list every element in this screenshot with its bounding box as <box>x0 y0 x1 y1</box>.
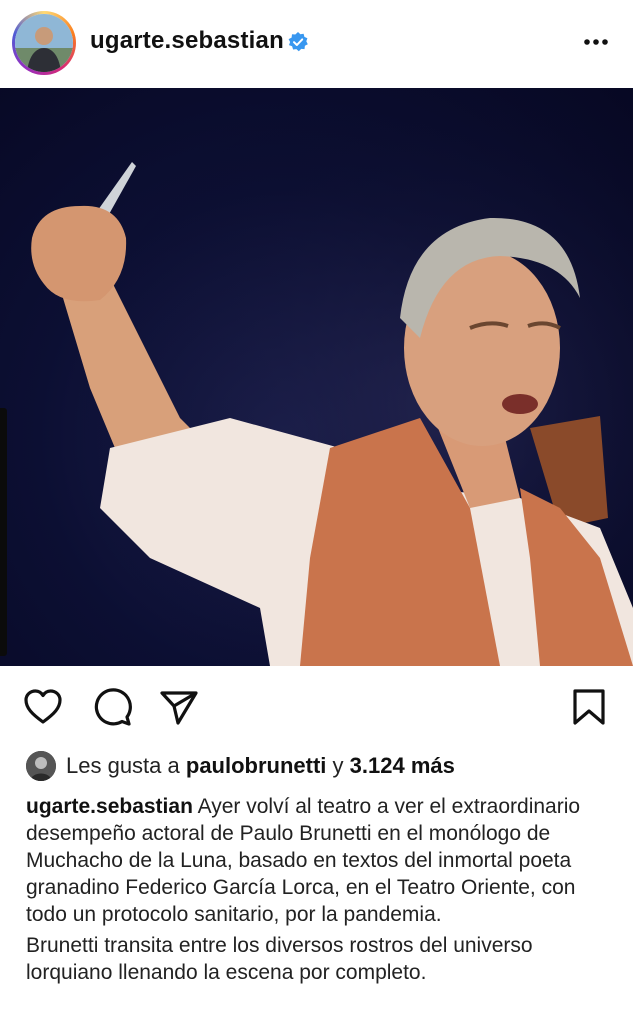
verified-badge-icon <box>288 32 308 52</box>
more-options-icon[interactable] <box>580 30 612 54</box>
comment-icon[interactable] <box>91 686 133 728</box>
likes-count[interactable]: 3.124 más <box>350 753 455 778</box>
post-username[interactable]: ugarte.sebastian <box>90 27 284 55</box>
stage-photo <box>0 88 633 666</box>
scroll-edge-tab <box>0 408 7 656</box>
send-icon[interactable] <box>158 686 200 728</box>
caption-paragraph: ugarte.sebastian Ayer volví al teatro a … <box>26 793 606 928</box>
liker-avatar[interactable] <box>26 751 56 781</box>
likes-row[interactable]: Les gusta a paulobrunetti y 3.124 más <box>26 749 455 783</box>
likes-prefix: Les gusta a <box>66 753 180 778</box>
post-caption: ugarte.sebastian Ayer volví al teatro a … <box>26 793 606 990</box>
likes-user[interactable]: paulobrunetti <box>186 753 327 778</box>
caption-username[interactable]: ugarte.sebastian <box>26 795 193 818</box>
post-header: ugarte.sebastian <box>0 0 633 88</box>
post-image[interactable] <box>0 88 633 666</box>
likes-text: Les gusta a paulobrunetti y 3.124 más <box>66 753 455 779</box>
heart-icon[interactable] <box>22 686 64 728</box>
post-actions <box>0 676 633 740</box>
bookmark-icon[interactable] <box>568 686 610 728</box>
avatar-photo <box>15 14 73 72</box>
likes-connector: y <box>332 753 344 778</box>
profile-avatar[interactable] <box>12 11 76 75</box>
caption-paragraph-2: Brunetti transita entre los diversos ros… <box>26 934 533 984</box>
